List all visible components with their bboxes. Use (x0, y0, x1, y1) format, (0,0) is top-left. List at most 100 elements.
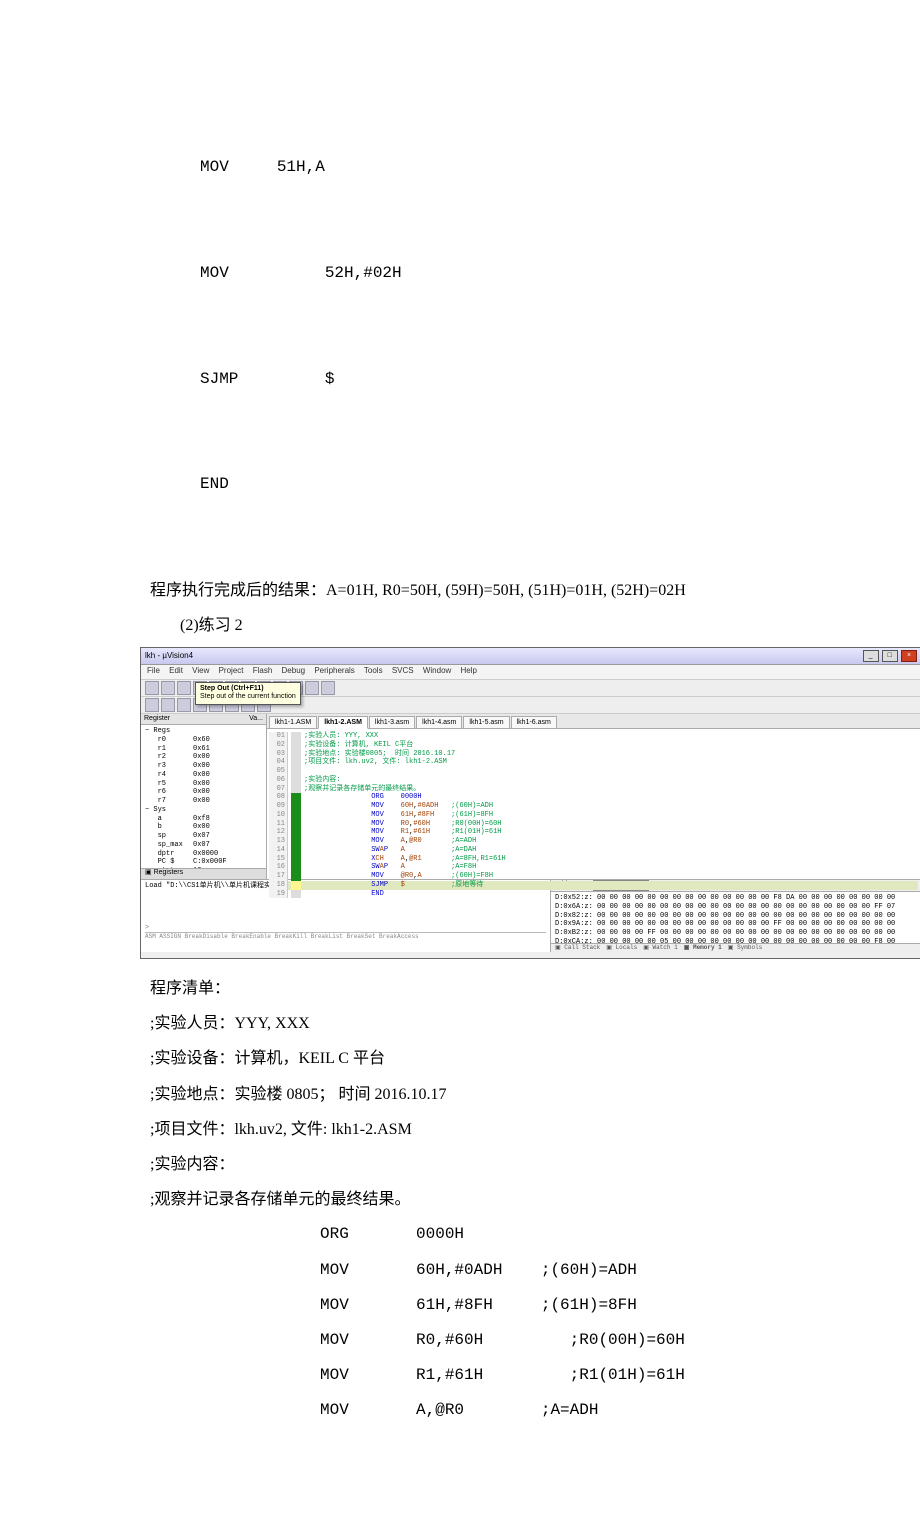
registers-header: Register (144, 715, 170, 723)
menu-help[interactable]: Help (461, 666, 477, 675)
menu-file[interactable]: File (147, 666, 160, 675)
menu-edit[interactable]: Edit (169, 666, 183, 675)
code-block-1: MOV 51H,A MOV 52H,#02H SJMP $ END (150, 80, 830, 573)
asm-line: MOV R1,#61H ;R1(01H)=61H (150, 1358, 830, 1393)
text-line: ;实验内容： (150, 1147, 830, 1182)
menu-view[interactable]: View (192, 666, 209, 675)
menu-debug[interactable]: Debug (282, 666, 306, 675)
tab-file[interactable]: lkh1-3.asm (369, 716, 415, 729)
tab-memory[interactable]: ▣ Memory 1 (684, 944, 722, 951)
toolbar-icon[interactable] (145, 681, 159, 695)
text-line: ;观察并记录各存储单元的最终结果。 (150, 1182, 830, 1217)
code-line: MOV 52H,#02H (200, 256, 830, 291)
source-line: 07;观察并记录各存储单元的最终结果。 (269, 785, 918, 794)
tooltip-title: Step Out (Ctrl+F11) (200, 685, 296, 693)
reg-row: r50x00 (145, 780, 262, 789)
result-text: 程序执行完成后的结果：A=01H, R0=50H, (59H)=50H, (51… (150, 573, 830, 608)
source-line: 17 MOV @R0,A ;(60H)=F8H (269, 872, 918, 881)
source-line: 02;实验设备: 计算机, KEIL C平台 (269, 741, 918, 750)
tab-callstack[interactable]: ▣ Call Stack (555, 944, 600, 951)
tab-file[interactable]: lkh1-5.asm (463, 716, 509, 729)
menu-window[interactable]: Window (423, 666, 451, 675)
source-line: 15 XCH A,@R1 ;A=8FH,R1=61H (269, 855, 918, 864)
asm-line: ORG 0000H (150, 1217, 830, 1252)
tooltip-body: Step out of the current function (200, 693, 296, 701)
menu-project[interactable]: Project (219, 666, 244, 675)
tab-bar: lkh1-1.ASM lkh1-2.ASM lkh1-3.asm lkh1-4.… (267, 714, 920, 729)
registers-tab[interactable]: ▣ Registers (141, 868, 266, 879)
exercise-label: (2)练习 2 (150, 608, 830, 643)
memory-row: D:0x9A:z: 00 00 00 00 00 00 00 00 00 00 … (555, 920, 917, 929)
reg-row: a0xf8 (145, 815, 262, 824)
menu-peripherals[interactable]: Peripherals (314, 666, 354, 675)
asm-line: MOV 60H,#0ADH ;(60H)=ADH (150, 1253, 830, 1288)
window-title: lkh - µVision4 (145, 651, 193, 661)
menu-tools[interactable]: Tools (364, 666, 383, 675)
run-icon[interactable] (161, 698, 175, 712)
menu-svcs[interactable]: SVCS (392, 666, 414, 675)
text-line: ;实验人员：YYY, XXX (150, 1006, 830, 1041)
reg-row: r40x00 (145, 771, 262, 780)
listing-heading: 程序清单： (150, 971, 830, 1006)
memory-row: D:0xB2:z: 00 00 00 00 FF 00 00 00 00 00 … (555, 929, 917, 938)
reg-row: r60x00 (145, 788, 262, 797)
tab-file[interactable]: lkh1-1.ASM (269, 716, 317, 729)
reset-icon[interactable] (145, 698, 159, 712)
reg-row: r70x00 (145, 797, 262, 806)
source-line: 06;实验内容: (269, 776, 918, 785)
sys-group: − Sys (145, 806, 262, 815)
source-line: 14 SWAP A ;A=DAH (269, 846, 918, 855)
menu-flash[interactable]: Flash (253, 666, 273, 675)
tab-file[interactable]: lkh1-2.ASM (318, 716, 368, 729)
asm-line: MOV R0,#60H ;R0(00H)=60H (150, 1323, 830, 1358)
maximize-button[interactable]: □ (882, 650, 898, 662)
text-line: ;实验地点：实验楼 0805； 时间 2016.10.17 (150, 1077, 830, 1112)
tab-locals[interactable]: ▣ Locals (606, 944, 637, 951)
code-line: MOV 51H,A (200, 150, 830, 185)
editor-panel: lkh1-1.ASM lkh1-2.ASM lkh1-3.asm lkh1-4.… (267, 714, 920, 879)
text-line: ;项目文件：lkh.uv2, 文件: lkh1-2.ASM (150, 1112, 830, 1147)
tab-symbols[interactable]: ▣ Symbols (728, 944, 763, 951)
reg-row: r30x00 (145, 762, 262, 771)
source-line: 12 MOV R1,#61H ;R1(01H)=61H (269, 828, 918, 837)
source-line: 03;实验地点: 实验楼0805; 时间 2016.10.17 (269, 750, 918, 759)
code-line: SJMP $ (200, 362, 830, 397)
minimize-button[interactable]: _ (863, 650, 879, 662)
tab-file[interactable]: lkh1-4.asm (416, 716, 462, 729)
command-hints: ASM ASSIGN BreakDisable BreakEnable Brea… (145, 932, 546, 940)
source-line: 16 SWAP A ;A=F8H (269, 863, 918, 872)
registers-header-val: Va... (249, 715, 263, 723)
editor-body[interactable]: 01;实验人员: YYY, XXX02;实验设备: 计算机, KEIL C平台0… (267, 729, 920, 901)
titlebar: lkh - µVision4 _ □ × (141, 648, 920, 665)
memory-row: D:0x6A:z: 00 00 00 00 00 00 00 00 00 00 … (555, 903, 917, 912)
reg-row: dptr0x0000 (145, 850, 262, 859)
reg-row: sp0x07 (145, 832, 262, 841)
close-button[interactable]: × (901, 650, 917, 662)
toolbar-icon[interactable] (305, 681, 319, 695)
toolbar-icon[interactable] (321, 681, 335, 695)
source-line: 04;项目文件: lkh.uv2, 文件: lkh1-2.ASM (269, 758, 918, 767)
source-line: 05 (269, 767, 918, 776)
reg-row: b0x00 (145, 823, 262, 832)
step-into-icon[interactable] (177, 698, 191, 712)
asm-line: MOV 61H,#8FH ;(61H)=8FH (150, 1288, 830, 1323)
source-line: 09 MOV 60H,#0ADH ;(60H)=ADH (269, 802, 918, 811)
tab-watch[interactable]: ▣ Watch 1 (643, 944, 678, 951)
source-line: 10 MOV 61H,#8FH ;(61H)=8FH (269, 811, 918, 820)
registers-panel: Register Va... − Regs r00x60 r10x61 r20x… (141, 714, 267, 879)
tab-file[interactable]: lkh1-6.asm (511, 716, 557, 729)
toolbar-icon[interactable] (161, 681, 175, 695)
source-line: 19 END (269, 890, 918, 899)
menubar[interactable]: File Edit View Project Flash Debug Perip… (141, 665, 920, 680)
reg-row: sp_max0x07 (145, 841, 262, 850)
toolbar-icon[interactable] (177, 681, 191, 695)
source-line: 11 MOV R0,#60H ;R0(00H)=60H (269, 820, 918, 829)
memory-tabs: ▣ Call Stack ▣ Locals ▣ Watch 1 ▣ Memory… (551, 943, 920, 952)
reg-row: r00x60 (145, 736, 262, 745)
reg-row: r10x61 (145, 745, 262, 754)
source-line: 13 MOV A,@R0 ;A=ADH (269, 837, 918, 846)
reg-row: PC $C:0x000F (145, 858, 262, 867)
source-line: 18 SJMP $ ;原地等待 (269, 881, 918, 890)
text-line: ;实验设备：计算机，KEIL C 平台 (150, 1041, 830, 1076)
memory-row: D:0x82:z: 00 00 00 00 00 00 00 00 00 00 … (555, 912, 917, 921)
